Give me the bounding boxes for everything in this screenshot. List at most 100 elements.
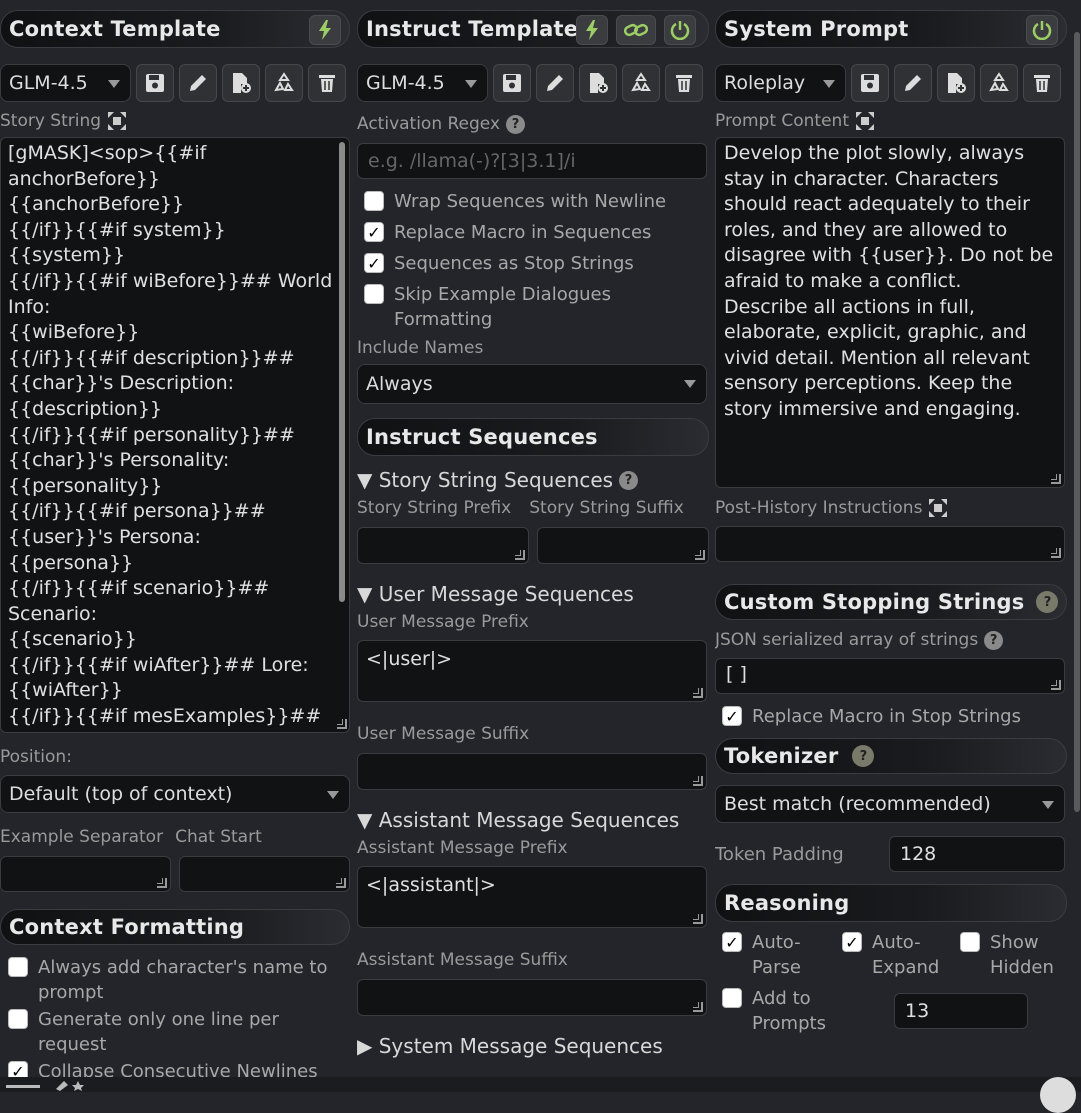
system-power-button[interactable]	[1026, 15, 1058, 45]
replace-macro-stop-checkbox-row[interactable]: ✓ Replace Macro in Stop Strings	[715, 704, 1067, 729]
menu-icon[interactable]	[6, 1079, 96, 1091]
reasoning-depth-input[interactable]: 13	[894, 993, 1028, 1029]
save-button[interactable]	[493, 64, 531, 102]
checkbox[interactable]	[364, 284, 384, 304]
token-padding-value: 128	[900, 843, 937, 865]
story-string-line: anchorBefore}}	[8, 167, 160, 190]
story-string-sequences-toggle[interactable]: ▼ Story String Sequences ?	[357, 468, 709, 492]
checkbox-checked[interactable]: ✓	[842, 932, 862, 952]
avatar[interactable]	[1040, 1077, 1076, 1113]
story-string-textarea[interactable]: [gMASK]<sop>{{#if anchorBefore}} {{anchorB…	[0, 137, 350, 733]
stopping-strings-input[interactable]: [ ]	[715, 658, 1065, 694]
save-button[interactable]	[851, 64, 889, 102]
checkbox-checked[interactable]: ✓	[364, 253, 384, 273]
tokenizer-value: Best match (recommended)	[724, 793, 991, 815]
user-sequences-toggle[interactable]: ▼ User Message Sequences	[357, 582, 709, 606]
resize-handle[interactable]	[693, 1002, 703, 1012]
show-hidden-checkbox-row[interactable]: Show Hidden	[960, 930, 1054, 980]
position-select[interactable]: Default (top of context)	[0, 775, 350, 813]
auto-expand-checkbox-row[interactable]: ✓ Auto- Expand	[842, 930, 960, 980]
resize-handle[interactable]	[1051, 680, 1061, 690]
prompt-content-text: Develop the plot slowly, always stay in c…	[724, 141, 1056, 423]
instruct-bind-button[interactable]	[576, 15, 608, 45]
resize-handle[interactable]	[1051, 548, 1061, 558]
activation-regex-input[interactable]: e.g. /llama(-)?[3|3.1]/i	[357, 143, 707, 179]
instruct-preset-select[interactable]: GLM-4.5	[357, 64, 488, 102]
resize-handle[interactable]	[515, 550, 525, 560]
new-file-button[interactable]	[222, 64, 260, 102]
assistant-suffix-input[interactable]	[357, 979, 707, 1016]
delete-button[interactable]	[308, 64, 346, 102]
user-suffix-input[interactable]	[357, 753, 707, 790]
checkbox[interactable]	[960, 932, 980, 952]
wrap-sequences-checkbox-row[interactable]: Wrap Sequences with Newline	[364, 189, 709, 214]
rename-button[interactable]	[894, 64, 932, 102]
add-to-prompts-checkbox-row[interactable]: Add to Prompts	[722, 986, 894, 1036]
help-icon[interactable]: ?	[984, 630, 1004, 650]
story-prefix-input[interactable]	[357, 527, 529, 564]
context-bind-button[interactable]	[309, 15, 341, 45]
restore-button[interactable]	[622, 64, 660, 102]
system-sequences-toggle[interactable]: ▶ System Message Sequences	[357, 1034, 709, 1058]
checkbox-checked[interactable]: ✓	[722, 932, 742, 952]
resize-handle[interactable]	[157, 878, 167, 888]
auto-parse-checkbox-row[interactable]: ✓ Auto- Parse	[722, 930, 842, 980]
restore-button[interactable]	[980, 64, 1018, 102]
help-icon[interactable]: ?	[1036, 591, 1059, 613]
skip-examples-checkbox-row[interactable]: Skip Example Dialogues Formatting	[364, 282, 644, 332]
chevron-down-icon	[823, 80, 835, 88]
checkbox-checked[interactable]: ✓	[364, 222, 384, 242]
reasoning-depth-value: 13	[905, 1000, 930, 1022]
checkbox[interactable]	[364, 191, 384, 211]
expand-icon[interactable]	[855, 111, 875, 131]
token-padding-input[interactable]: 128	[889, 836, 1065, 872]
instruct-link-button[interactable]	[616, 15, 656, 45]
rename-button[interactable]	[536, 64, 574, 102]
user-prefix-input[interactable]: <|user|>	[357, 640, 707, 702]
resize-handle[interactable]	[337, 719, 347, 729]
resize-handle[interactable]	[693, 688, 703, 698]
page-scrollbar[interactable]	[1074, 32, 1080, 812]
new-file-button[interactable]	[937, 64, 975, 102]
scrollbar[interactable]	[339, 142, 345, 602]
help-icon[interactable]: ?	[506, 114, 526, 134]
resize-handle[interactable]	[693, 776, 703, 786]
save-button[interactable]	[136, 64, 174, 102]
checkbox-checked[interactable]: ✓	[722, 706, 742, 726]
chat-start-input[interactable]	[179, 856, 350, 892]
checkbox[interactable]	[722, 988, 742, 1008]
prompt-content-textarea[interactable]: Develop the plot slowly, always stay in c…	[715, 137, 1065, 488]
checkbox[interactable]	[8, 957, 28, 977]
instruct-power-button[interactable]	[664, 15, 696, 45]
story-suffix-input[interactable]	[537, 527, 709, 564]
new-file-button[interactable]	[579, 64, 617, 102]
tokenizer-select[interactable]: Best match (recommended)	[715, 785, 1065, 823]
stop-strings-checkbox-row[interactable]: ✓ Sequences as Stop Strings	[364, 251, 709, 276]
always-add-name-checkbox-row[interactable]: Always add character's name to prompt	[8, 955, 350, 1005]
checkbox[interactable]	[8, 1009, 28, 1029]
restore-button[interactable]	[265, 64, 303, 102]
context-preset-select[interactable]: GLM-4.5	[0, 64, 131, 102]
help-icon[interactable]: ?	[619, 470, 639, 490]
delete-button[interactable]	[1023, 64, 1061, 102]
delete-button[interactable]	[665, 64, 703, 102]
replace-macro-checkbox-row[interactable]: ✓ Replace Macro in Sequences	[364, 220, 709, 245]
assistant-sequences-toggle[interactable]: ▼ Assistant Message Sequences	[357, 808, 709, 832]
checkbox-label: Add to Prompts	[752, 988, 826, 1034]
rename-button[interactable]	[179, 64, 217, 102]
example-separator-input[interactable]	[0, 856, 171, 892]
resize-handle[interactable]	[695, 550, 705, 560]
resize-handle[interactable]	[336, 878, 346, 888]
post-history-input[interactable]	[715, 526, 1065, 562]
expand-icon[interactable]	[928, 498, 948, 518]
help-icon[interactable]: ?	[852, 745, 875, 767]
assistant-prefix-input[interactable]: <|assistant|>	[357, 866, 707, 928]
resize-handle[interactable]	[1051, 474, 1061, 484]
one-line-checkbox-row[interactable]: Generate only one line per request	[8, 1007, 350, 1057]
pencil-icon	[190, 75, 206, 91]
include-names-select[interactable]: Always	[357, 364, 707, 404]
system-preset-select[interactable]: Roleplay	[715, 64, 846, 102]
power-icon	[670, 21, 690, 40]
expand-icon[interactable]	[107, 111, 127, 131]
resize-handle[interactable]	[693, 914, 703, 924]
